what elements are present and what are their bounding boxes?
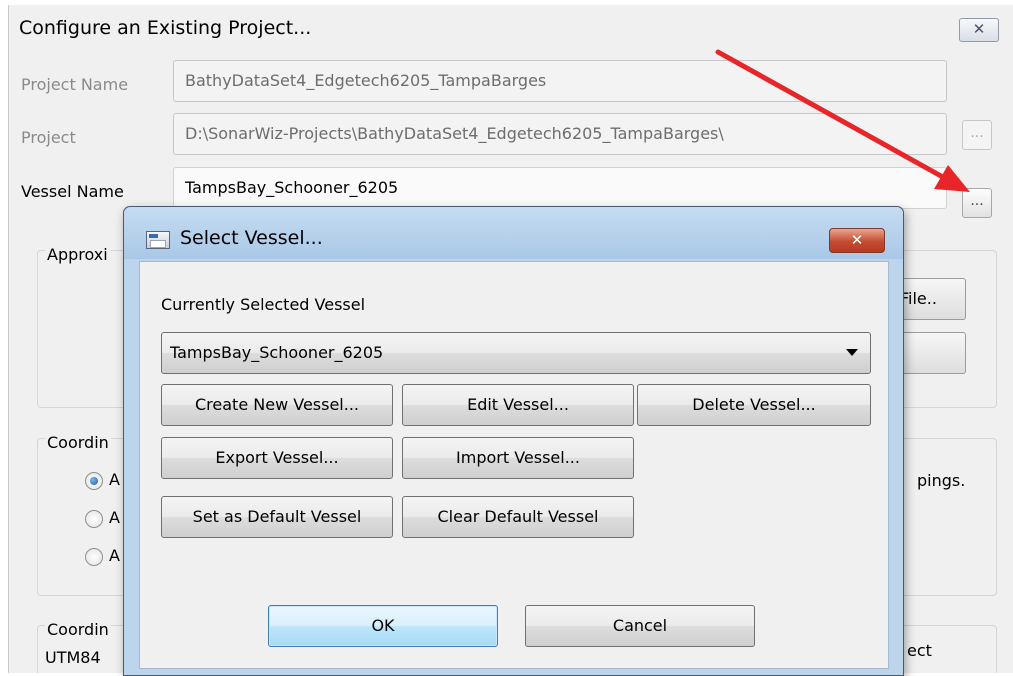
project-name-label: Project Name	[21, 75, 129, 94]
delete-vessel-button[interactable]: Delete Vessel...	[637, 384, 871, 426]
dialog-title: Select Vessel...	[180, 227, 323, 249]
approx-group-title: Approxi	[45, 245, 110, 264]
project-browse-button[interactable]: ...	[962, 120, 992, 150]
app-window-icon	[146, 231, 170, 249]
select-vessel-dialog: Select Vessel... ✕ Currently Selected Ve…	[123, 206, 904, 676]
coords-side-text: pings.	[917, 471, 966, 490]
vessel-dropdown-value: TampsBay_Schooner_6205	[170, 343, 384, 362]
coords-radio-2-label: A	[109, 508, 120, 527]
vessel-dropdown[interactable]: TampsBay_Schooner_6205	[161, 332, 871, 374]
coords-radio-3[interactable]	[85, 548, 103, 566]
export-vessel-button[interactable]: Export Vessel...	[161, 437, 393, 479]
dialog-body: Currently Selected Vessel TampsBay_Schoo…	[139, 261, 889, 669]
ok-button[interactable]: OK	[268, 605, 498, 647]
dialog-titlebar: Select Vessel... ✕	[124, 207, 903, 259]
coords-group-title: Coordin	[45, 433, 111, 452]
coords-radio-1[interactable]	[85, 472, 103, 490]
project-name-field[interactable]: BathyDataSet4_Edgetech6205_TampaBarges	[173, 60, 947, 102]
chevron-down-icon	[846, 349, 858, 356]
import-vessel-button[interactable]: Import Vessel...	[402, 437, 634, 479]
create-vessel-button[interactable]: Create New Vessel...	[161, 384, 393, 426]
coords2-group-title: Coordin	[45, 620, 111, 639]
coords-radio-1-label: A	[109, 470, 120, 489]
set-default-vessel-button[interactable]: Set as Default Vessel	[161, 496, 393, 538]
dialog-close-button[interactable]: ✕	[829, 228, 885, 253]
window-title: Configure an Existing Project...	[19, 17, 312, 39]
window-close-button[interactable]: ✕	[959, 18, 999, 42]
vessel-browse-button[interactable]: ...	[962, 188, 992, 218]
vessel-name-label: Vessel Name	[21, 182, 124, 201]
clear-default-vessel-button[interactable]: Clear Default Vessel	[402, 496, 634, 538]
window-titlebar: Configure an Existing Project... ✕	[9, 5, 1013, 55]
project-label: Project	[21, 128, 76, 147]
coords-radio-3-label: A	[109, 546, 120, 565]
coords2-value: UTM84	[45, 648, 101, 667]
edit-vessel-button[interactable]: Edit Vessel...	[402, 384, 634, 426]
coords2-side-text: ect	[907, 641, 932, 660]
coords-radio-2[interactable]	[85, 510, 103, 528]
vessel-name-field[interactable]: TampsBay_Schooner_6205	[173, 167, 947, 209]
cancel-button[interactable]: Cancel	[525, 605, 755, 647]
project-path-field[interactable]: D:\SonarWiz-Projects\BathyDataSet4_Edget…	[173, 113, 947, 155]
current-vessel-label: Currently Selected Vessel	[161, 295, 366, 314]
